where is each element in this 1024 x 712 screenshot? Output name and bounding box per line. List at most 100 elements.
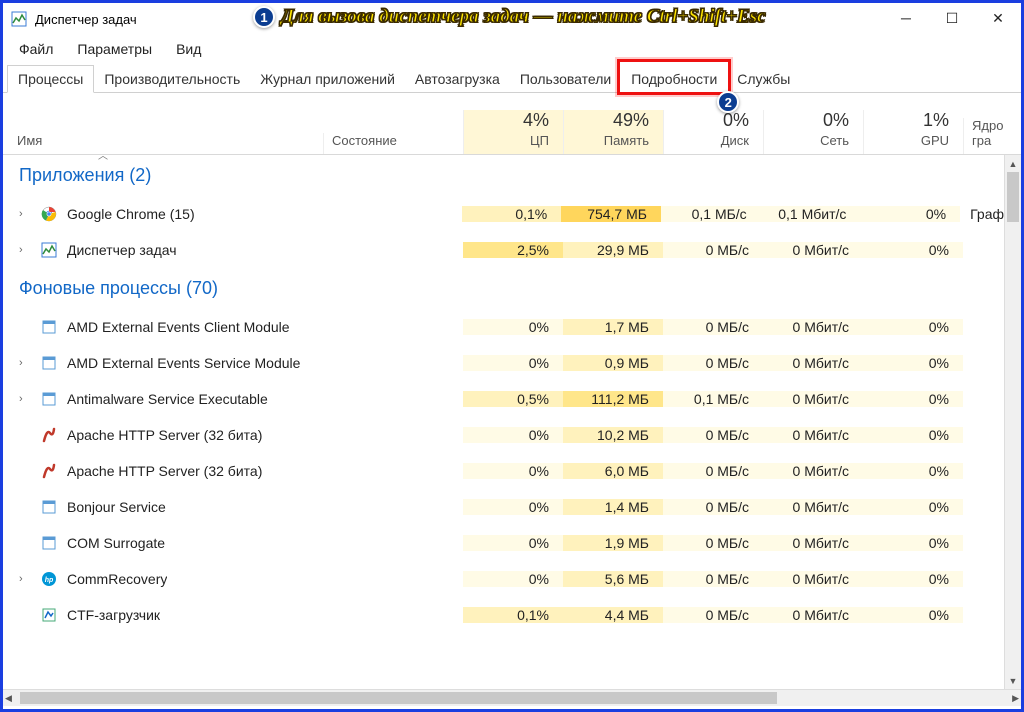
process-icon [41, 427, 57, 443]
process-icon [41, 607, 57, 623]
table-row[interactable]: ›AMD External Events Service Module0%0,9… [3, 345, 1004, 381]
process-name: AMD External Events Service Module [67, 355, 300, 371]
tab-startup[interactable]: Автозагрузка [405, 66, 510, 92]
group-header-background: Фоновые процессы (70) [3, 268, 1004, 309]
tab-app-history[interactable]: Журнал приложений [250, 66, 405, 92]
tab-processes[interactable]: Процессы [7, 65, 94, 93]
table-row[interactable]: CTF-загрузчик0,1%4,4 МБ0 МБ/с0 Мбит/с0% [3, 597, 1004, 633]
cpu-cell: 2,5% [463, 242, 563, 258]
col-state-label: Состояние [332, 133, 397, 148]
expand-icon[interactable]: › [19, 393, 31, 405]
col-name-label: Имя [17, 133, 42, 148]
mem-total-pct: 49% [613, 110, 649, 131]
vertical-scrollbar[interactable]: ▲ ▼ [1004, 155, 1021, 689]
cpu-cell: 0% [463, 355, 563, 371]
cpu-cell: 0% [463, 571, 563, 587]
cpu-cell: 0% [463, 535, 563, 551]
disk-cell: 0 МБ/с [663, 427, 763, 443]
process-name-cell: Apache HTTP Server (32 бита) [3, 427, 323, 443]
column-headers: ︿ Имя Состояние 4% ЦП 49% Память 0% Диск… [3, 93, 1021, 155]
col-state-header[interactable]: Состояние [323, 133, 463, 154]
table-row[interactable]: ›Antimalware Service Executable0,5%111,2… [3, 381, 1004, 417]
mem-cell: 1,4 МБ [563, 499, 663, 515]
process-name: Google Chrome (15) [67, 206, 195, 222]
mem-label: Память [604, 133, 649, 148]
col-disk-header[interactable]: 0% Диск [663, 110, 763, 154]
process-name: Antimalware Service Executable [67, 391, 268, 407]
gpu-total-pct: 1% [923, 110, 949, 131]
col-engine-header[interactable]: Ядро гра [963, 118, 1021, 154]
col-gpu-header[interactable]: 1% GPU [863, 110, 963, 154]
net-total-pct: 0% [823, 110, 849, 131]
net-cell: 0 Мбит/с [763, 391, 863, 407]
mem-cell: 1,9 МБ [563, 535, 663, 551]
table-row[interactable]: ›hpCommRecovery0%5,6 МБ0 МБ/с0 Мбит/с0% [3, 561, 1004, 597]
scroll-up-icon[interactable]: ▲ [1005, 155, 1021, 172]
menu-file[interactable]: Файл [9, 37, 63, 61]
process-name: CTF-загрузчик [67, 607, 160, 623]
tab-users[interactable]: Пользователи [510, 66, 621, 92]
minimize-button[interactable]: ─ [883, 3, 929, 33]
process-name: CommRecovery [67, 571, 167, 587]
tab-details[interactable]: Подробности [621, 66, 727, 92]
table-row[interactable]: Apache HTTP Server (32 бита)0%10,2 МБ0 М… [3, 417, 1004, 453]
scroll-left-icon[interactable]: ◀ [5, 693, 12, 704]
close-button[interactable]: ✕ [975, 3, 1021, 33]
process-name-cell: Apache HTTP Server (32 бита) [3, 463, 323, 479]
col-net-header[interactable]: 0% Сеть [763, 110, 863, 154]
expand-icon[interactable]: › [19, 208, 31, 220]
process-icon [41, 535, 57, 551]
expand-icon[interactable]: › [19, 357, 31, 369]
cpu-cell: 0% [463, 463, 563, 479]
cpu-cell: 0% [463, 427, 563, 443]
disk-cell: 0 МБ/с [663, 535, 763, 551]
table-row[interactable]: Bonjour Service0%1,4 МБ0 МБ/с0 Мбит/с0% [3, 489, 1004, 525]
cpu-cell: 0% [463, 319, 563, 335]
table-row[interactable]: ›Диспетчер задач2,5%29,9 МБ0 МБ/с0 Мбит/… [3, 232, 1004, 268]
table-row[interactable]: AMD External Events Client Module0%1,7 М… [3, 309, 1004, 345]
process-name-cell: COM Surrogate [3, 535, 323, 551]
process-name-cell: ›hpCommRecovery [3, 571, 323, 587]
scroll-right-icon[interactable]: ▶ [1012, 693, 1019, 704]
cpu-cell: 0,1% [462, 206, 562, 222]
expand-icon[interactable]: › [19, 573, 31, 585]
disk-cell: 0,1 МБ/с [663, 391, 763, 407]
col-name-header[interactable]: ︿ Имя [3, 133, 323, 154]
maximize-button[interactable]: ☐ [929, 3, 975, 33]
hscrollbar-thumb[interactable] [20, 692, 777, 704]
net-cell: 0 Мбит/с [763, 319, 863, 335]
table-row[interactable]: COM Surrogate0%1,9 МБ0 МБ/с0 Мбит/с0% [3, 525, 1004, 561]
rows-viewport: Приложения (2)›Google Chrome (15)0,1%754… [3, 155, 1021, 689]
task-manager-window: Диспетчер задач ─ ☐ ✕ 1 Для вызова диспе… [0, 0, 1024, 712]
net-cell: 0 Мбит/с [763, 355, 863, 371]
engine-label: Ядро гра [972, 118, 1021, 148]
cpu-label: ЦП [530, 133, 549, 148]
mem-cell: 5,6 МБ [563, 571, 663, 587]
expand-icon[interactable]: › [19, 244, 31, 256]
horizontal-scrollbar[interactable]: ◀ ▶ [3, 689, 1021, 706]
process-name-cell: › Google Chrome (15) [3, 206, 322, 222]
table-row[interactable]: Apache HTTP Server (32 бита)0%6,0 МБ0 МБ… [3, 453, 1004, 489]
process-name-cell: › Диспетчер задач [3, 242, 323, 258]
process-name-cell: AMD External Events Client Module [3, 319, 323, 335]
scrollbar-thumb[interactable] [1007, 172, 1019, 222]
col-mem-header[interactable]: 49% Память [563, 110, 663, 154]
menu-options[interactable]: Параметры [67, 37, 162, 61]
process-name: Диспетчер задач [67, 242, 177, 258]
disk-cell: 0 МБ/с [663, 499, 763, 515]
mem-cell: 6,0 МБ [563, 463, 663, 479]
table-row[interactable]: ›Google Chrome (15)0,1%754,7 МБ0,1 МБ/с0… [3, 196, 1004, 232]
mem-cell: 4,4 МБ [563, 607, 663, 623]
disk-cell: 0 МБ/с [663, 571, 763, 587]
tab-services[interactable]: Службы [727, 66, 800, 92]
tab-performance[interactable]: Производительность [94, 66, 250, 92]
net-cell: 0 Мбит/с [763, 535, 863, 551]
process-name-cell: CTF-загрузчик [3, 607, 323, 623]
scroll-down-icon[interactable]: ▼ [1005, 672, 1021, 689]
process-icon [41, 463, 57, 479]
gpu-cell: 0% [863, 571, 963, 587]
disk-cell: 0 МБ/с [663, 242, 763, 258]
engine-cell: Граф [960, 206, 1004, 222]
menu-view[interactable]: Вид [166, 37, 211, 61]
col-cpu-header[interactable]: 4% ЦП [463, 110, 563, 154]
